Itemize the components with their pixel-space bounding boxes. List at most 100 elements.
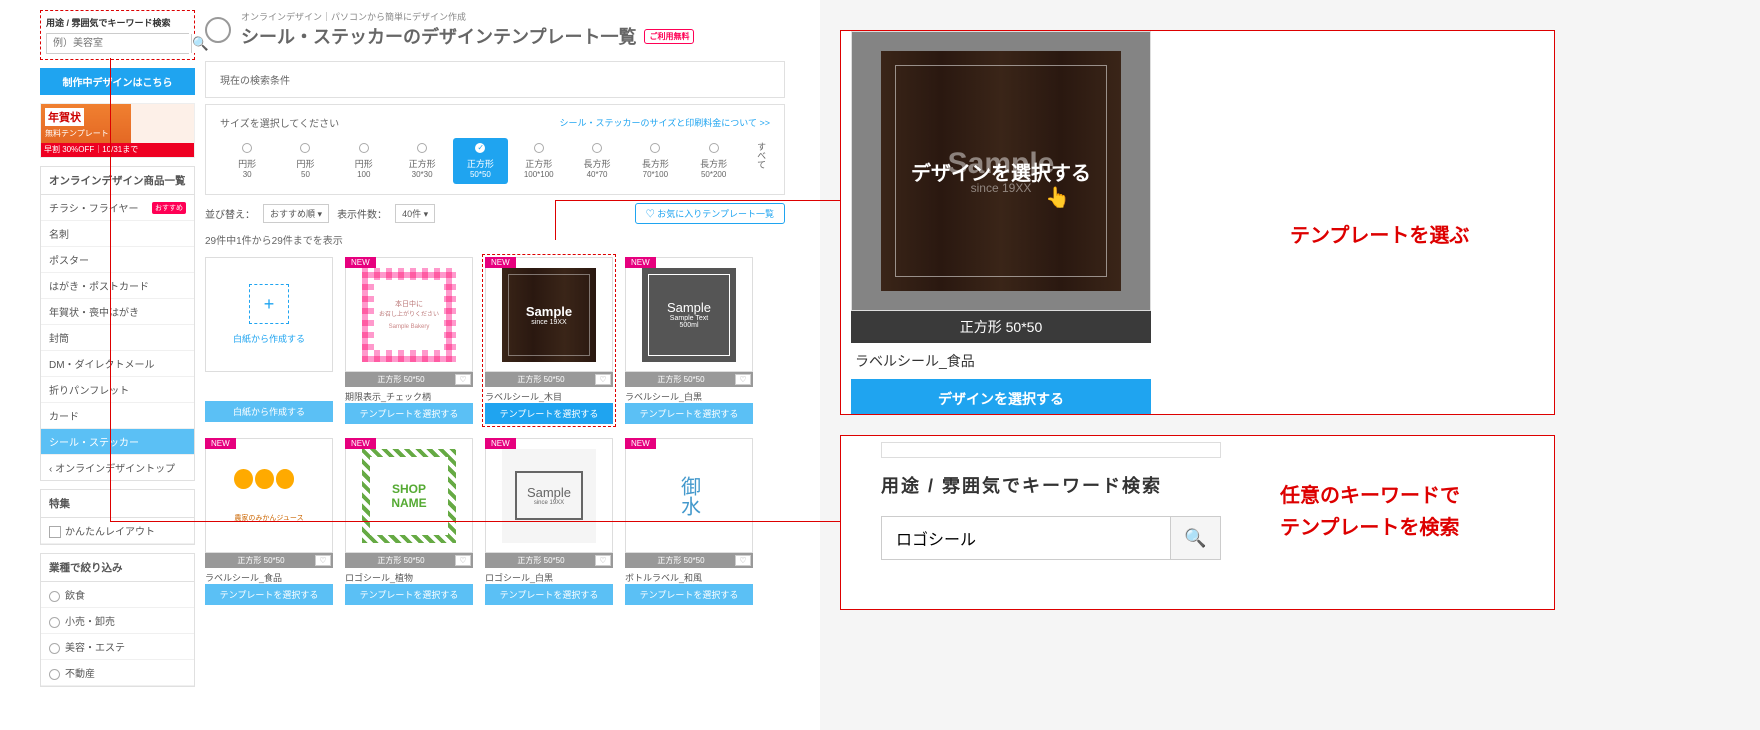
- radio-icon: [359, 143, 369, 153]
- connector-line: [110, 58, 111, 521]
- heart-icon[interactable]: ♡: [735, 374, 751, 385]
- select-template-button[interactable]: テンプレートを選択する: [485, 584, 613, 605]
- card-thumb[interactable]: Samplesince 19XX: [485, 257, 613, 372]
- size-rect-50200[interactable]: 長方形50*200: [687, 138, 741, 184]
- radio-icon: [242, 143, 252, 153]
- card-name: ラベルシール_木目: [485, 387, 613, 403]
- new-badge: NEW: [345, 257, 376, 268]
- card-check: NEW 本日中にお召し上がりくださいSample Bakery 正方形 50*5…: [345, 257, 473, 424]
- template-grid: + 白紙から作成する . 白紙から作成する NEW 本日中にお召し上がりください…: [205, 257, 785, 424]
- search-icon: 🔍: [1184, 528, 1206, 548]
- size-select-label: サイズを選択してください: [220, 115, 339, 130]
- recommend-badge: おすすめ: [152, 202, 186, 214]
- card-thumb[interactable]: 農家のみかんジュース: [205, 438, 333, 553]
- search-label: 用途 / 雰囲気でキーワード検索: [46, 16, 189, 29]
- sort-select[interactable]: おすすめ順 ▾: [263, 204, 329, 223]
- big-select-button[interactable]: デザインを選択する: [851, 379, 1151, 415]
- checkbox-icon: [49, 526, 61, 538]
- new-badge: NEW: [485, 438, 516, 449]
- select-template-button[interactable]: テンプレートを選択する: [625, 584, 753, 605]
- banner-discount: 早割 30%OFF｜10/31まで: [41, 143, 194, 157]
- big-card-hover: Sample since 19XX デザインを選択する 👆 正方形 50*50 …: [851, 31, 1151, 415]
- size-square-50[interactable]: 正方形50*50: [453, 138, 507, 184]
- card-name: 期限表示_チェック柄: [345, 387, 473, 403]
- create-blank-button[interactable]: 白紙から作成する: [205, 401, 333, 422]
- select-template-button[interactable]: テンプレートを選択する: [205, 584, 333, 605]
- new-badge: NEW: [625, 438, 656, 449]
- hover-text: デザインを選択する: [911, 157, 1091, 186]
- size-circle-100[interactable]: 円形100: [337, 138, 391, 184]
- size-circle-50[interactable]: 円形50: [278, 138, 332, 184]
- card-name: ラベルシール_食品: [205, 568, 333, 584]
- radio-icon: [49, 591, 60, 602]
- sidebar-item-postcard[interactable]: はがき・ポストカード: [41, 273, 194, 299]
- page-title: シール・ステッカーのデザインテンプレート一覧ご利用無料: [241, 23, 785, 49]
- search-zoom-input[interactable]: [882, 517, 1170, 559]
- feature-section: 特集 かんたんレイアウト: [40, 489, 195, 545]
- new-badge: NEW: [625, 257, 656, 268]
- favorites-link[interactable]: ♡ お気に入りテンプレート一覧: [635, 203, 785, 224]
- sidebar-item-card[interactable]: カード: [41, 403, 194, 429]
- industry-food[interactable]: 飲食: [41, 582, 194, 608]
- sidebar-item-pamphlet[interactable]: 折りパンフレット: [41, 377, 194, 403]
- nengajo-banner[interactable]: 年賀状 無料テンプレート 早割 30%OFF｜10/31まで: [40, 103, 195, 158]
- size-rect-4070[interactable]: 長方形40*70: [570, 138, 624, 184]
- search-zoom-button[interactable]: 🔍: [1170, 517, 1220, 559]
- industry-beauty[interactable]: 美容・エステ: [41, 634, 194, 660]
- sort-label: 並び替え：: [205, 206, 255, 221]
- connector-line: [110, 521, 840, 522]
- search-input[interactable]: [47, 34, 191, 53]
- select-template-button[interactable]: テンプレートを選択する: [625, 403, 753, 424]
- sidebar-item-flyer[interactable]: チラシ・フライヤーおすすめ: [41, 195, 194, 221]
- sidebar-item-envelope[interactable]: 封筒: [41, 325, 194, 351]
- sidebar-back[interactable]: ‹ オンラインデザイントップ: [41, 455, 194, 480]
- size-all[interactable]: すべて: [745, 138, 770, 173]
- callout1-label: テンプレートを選ぶ: [1290, 220, 1469, 252]
- size-rect-70100[interactable]: 長方形70*100: [628, 138, 682, 184]
- select-template-button[interactable]: テンプレートを選択する: [345, 584, 473, 605]
- sidebar-item-meishi[interactable]: 名刺: [41, 221, 194, 247]
- banner-title: 年賀状: [45, 108, 84, 126]
- radio-icon: [49, 643, 60, 654]
- size-price-link[interactable]: シール・ステッカーのサイズと印刷料金について >>: [560, 116, 770, 129]
- card-bw: NEW SampleSample Text500ml 正方形 50*50♡ ラベ…: [625, 257, 753, 424]
- card-thumb[interactable]: SHOPNAME: [345, 438, 473, 553]
- industry-realestate[interactable]: 不動産: [41, 660, 194, 686]
- sidebar-item-poster[interactable]: ポスター: [41, 247, 194, 273]
- count-select[interactable]: 40件 ▾: [395, 204, 435, 223]
- radio-icon: [475, 143, 485, 153]
- industry-retail[interactable]: 小売・卸売: [41, 608, 194, 634]
- heart-icon[interactable]: ♡: [595, 374, 611, 385]
- industry-head: 業種で絞り込み: [41, 554, 194, 582]
- card-thumb[interactable]: Samplesince 19XX: [485, 438, 613, 553]
- current-filter-panel: 現在の検索条件: [205, 61, 785, 98]
- card-thumb[interactable]: 御水: [625, 438, 753, 553]
- sidebar: 用途 / 雰囲気でキーワード検索 🔍 制作中デザインはこちら 年賀状 無料テンプ…: [40, 10, 195, 695]
- card-thumb[interactable]: + 白紙から作成する: [205, 257, 333, 372]
- card-wood-highlighted: NEW Samplesince 19XX 正方形 50*50♡ ラベルシール_木…: [485, 257, 613, 424]
- card-thumb[interactable]: 本日中にお召し上がりくださいSample Bakery: [345, 257, 473, 372]
- count-label: 表示件数：: [337, 206, 387, 221]
- size-square-30[interactable]: 正方形30*30: [395, 138, 449, 184]
- select-template-button[interactable]: テンプレートを選択する: [485, 403, 613, 424]
- radio-icon: [709, 143, 719, 153]
- sidebar-item-dm[interactable]: DM・ダイレクトメール: [41, 351, 194, 377]
- feature-head: 特集: [41, 490, 194, 518]
- big-thumb-hover[interactable]: Sample since 19XX デザインを選択する 👆: [851, 31, 1151, 311]
- result-count: 29件中1件から29件までを表示: [205, 232, 785, 247]
- heart-icon[interactable]: ♡: [455, 555, 471, 566]
- size-select-panel: サイズを選択してください シール・ステッカーのサイズと印刷料金について >> 円…: [205, 104, 785, 195]
- in-progress-button[interactable]: 制作中デザインはこちら: [40, 68, 195, 95]
- heart-icon[interactable]: ♡: [595, 555, 611, 566]
- size-row: 円形30 円形50 円形100 正方形30*30 正方形50*50 正方形100…: [220, 138, 770, 184]
- heart-icon[interactable]: ♡: [315, 555, 331, 566]
- select-template-button[interactable]: テンプレートを選択する: [345, 403, 473, 424]
- radio-icon: [49, 669, 60, 680]
- heart-icon[interactable]: ♡: [735, 555, 751, 566]
- sidebar-item-nengajo[interactable]: 年賀状・喪中はがき: [41, 299, 194, 325]
- heart-icon[interactable]: ♡: [455, 374, 471, 385]
- size-circle-30[interactable]: 円形30: [220, 138, 274, 184]
- size-square-100[interactable]: 正方形100*100: [512, 138, 566, 184]
- sidebar-item-sticker[interactable]: シール・ステッカー: [41, 429, 194, 455]
- card-thumb[interactable]: SampleSample Text500ml: [625, 257, 753, 372]
